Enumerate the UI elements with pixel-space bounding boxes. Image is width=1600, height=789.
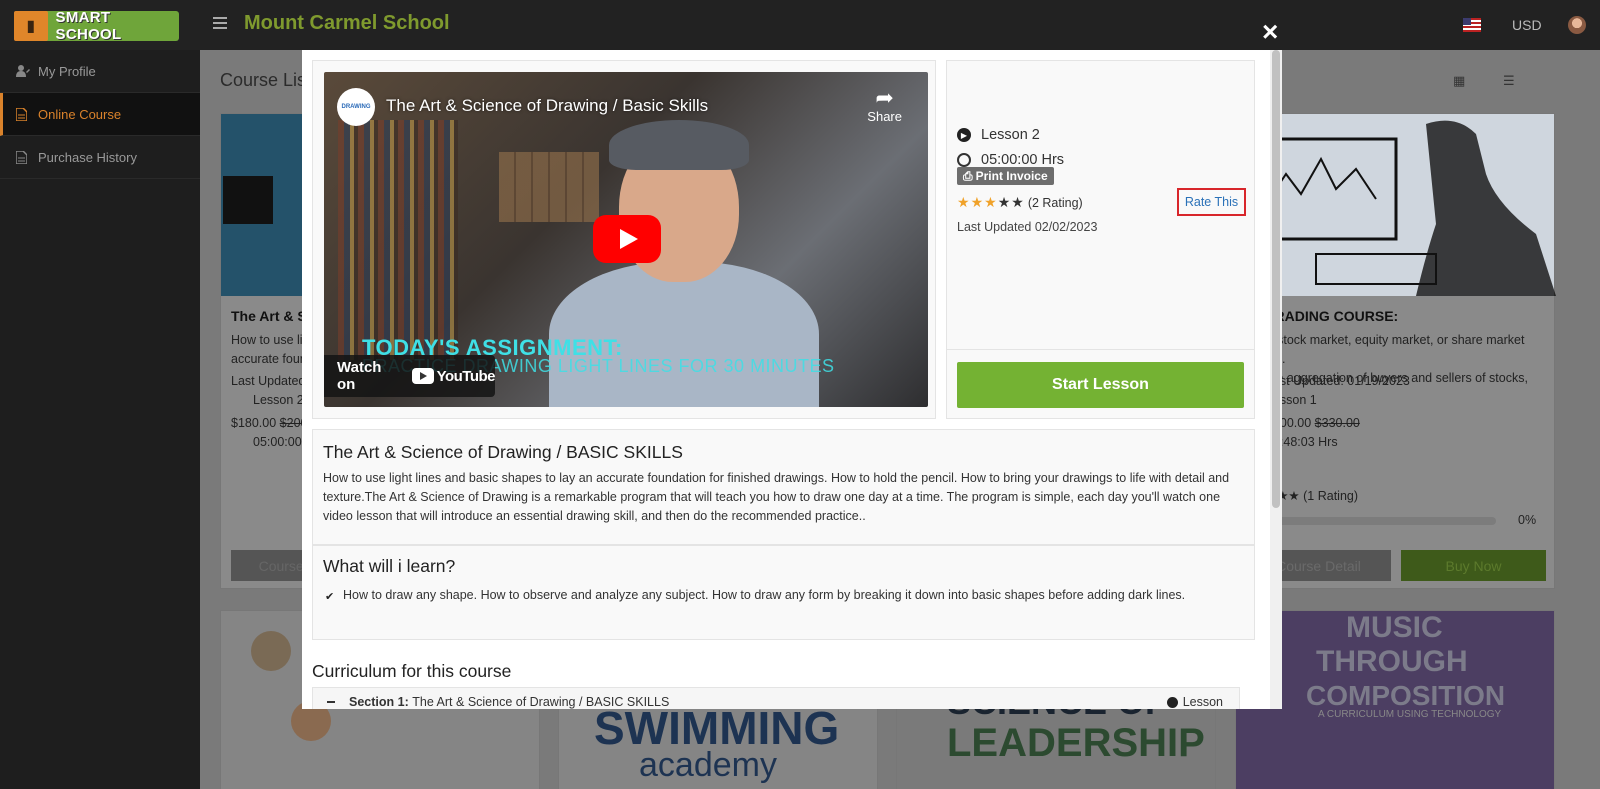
video-title[interactable]: The Art & Science of Drawing / Basic Ski… (386, 96, 708, 116)
start-lesson-button[interactable]: Start Lesson (957, 362, 1244, 408)
section-lesson-count: Lesson (1166, 695, 1223, 709)
course-description: How to use light lines and basic shapes … (323, 471, 1230, 523)
music-subtitle: A CURRICULUM USING TECHNOLOGY (1318, 709, 1502, 720)
progress-bar (1256, 517, 1496, 525)
course-thumbnail[interactable] (1236, 114, 1556, 297)
youtube-icon (411, 368, 434, 384)
close-icon[interactable]: × (1262, 18, 1278, 46)
sidebar-item-purchase-history[interactable]: Purchase History (0, 136, 200, 179)
app-logo[interactable]: ▮ SMART SCHOOL (14, 9, 179, 43)
sidebar: My Profile Online Course Purchase Histor… (0, 50, 200, 789)
user-edit-icon (16, 65, 30, 77)
sidebar-item-my-profile[interactable]: My Profile (0, 50, 200, 93)
learn-item: How to draw any shape. How to observe an… (343, 588, 1186, 602)
swimming-subtitle: academy (639, 746, 777, 784)
lesson-info-panel: ▶ Lesson 2 05:00:00 Hrs ⎙ Print Invoice … (946, 60, 1255, 354)
learn-panel: What will i learn? ✔ How to draw any sha… (312, 545, 1255, 640)
section-name: The Art & Science of Drawing / BASIC SKI… (412, 695, 670, 709)
top-navbar: ▮ SMART SCHOOL Mount Carmel School USD (0, 0, 1600, 50)
start-lesson-panel: Start Lesson (946, 349, 1255, 419)
list-view-icon[interactable]: ☰ (1503, 73, 1515, 89)
course-lesson: Lesson 1 (1266, 393, 1317, 407)
sidebar-item-label: Purchase History (38, 149, 137, 165)
menu-toggle-icon[interactable] (213, 17, 227, 29)
course-title[interactable]: TRADING COURSE: (1266, 308, 1398, 324)
video-panel: DRAWING The Art & Science of Drawing / B… (312, 60, 936, 419)
rating-count: (2 Rating) (1027, 195, 1083, 210)
sidebar-item-label: My Profile (38, 63, 96, 79)
progress-percent: 0% (1518, 513, 1537, 527)
lesson-count: ▶ Lesson 2 (957, 127, 1040, 143)
watch-on-youtube-button[interactable]: Watch on YouTube (324, 355, 496, 397)
music-title: MUSIC THROUGH COMPOSITION (1306, 611, 1506, 711)
youtube-video-player[interactable]: DRAWING The Art & Science of Drawing / B… (324, 72, 928, 407)
logo-text: SMART SCHOOL (55, 9, 122, 43)
star-icon: ★ (957, 194, 970, 210)
print-icon: ⎙ (963, 168, 973, 183)
course-card[interactable]: MUSIC THROUGH COMPOSITION A CURRICULUM U… (1235, 610, 1555, 789)
currency-selector[interactable]: USD (1512, 17, 1542, 33)
course-updated: Last Updated: 01/19/2023 (1266, 374, 1410, 388)
last-updated: Last Updated 02/02/2023 (957, 220, 1098, 234)
check-icon: ✔ (325, 591, 335, 603)
star-icon: ★ (970, 194, 984, 210)
curriculum-title: Curriculum for this course (312, 661, 512, 681)
play-button-icon[interactable] (593, 215, 661, 263)
file-icon (16, 150, 30, 164)
lesson-duration: 05:00:00 Hrs (957, 152, 1064, 168)
share-arrow-icon: ➦ (875, 85, 894, 110)
grid-view-icon[interactable]: ▦ (1453, 73, 1465, 89)
course-description-panel: The Art & Science of Drawing / BASIC SKI… (312, 429, 1255, 545)
curriculum-section[interactable]: Section 1: The Art & Science of Drawing … (312, 687, 1240, 709)
course-modal: DRAWING The Art & Science of Drawing / B… (302, 50, 1282, 709)
rate-this-link[interactable]: Rate This (1177, 188, 1246, 216)
play-circle-icon: ▶ (957, 128, 971, 142)
book-logo-icon: ▮ (14, 11, 48, 41)
sidebar-item-online-course[interactable]: Online Course (0, 93, 200, 136)
print-invoice-button[interactable]: ⎙ Print Invoice (957, 167, 1054, 185)
star-icons: ★★★★★ (957, 194, 1025, 211)
learn-title: What will i learn? (323, 556, 456, 576)
modal-scrollbar[interactable] (1270, 50, 1282, 709)
star-icon: ★ (984, 194, 997, 210)
course-duration: 02:48:03 Hrs (1266, 435, 1338, 449)
leadership-line2: LEADERSHIP (947, 721, 1205, 765)
star-icon: ★ (1011, 194, 1024, 210)
page-title: Course List (220, 70, 312, 90)
course-price: $300.00 $330.00 (1266, 416, 1360, 430)
star-icon: ★ (997, 194, 1011, 210)
course-rating: ★★★ (1 Rating) (1266, 489, 1359, 503)
course-title: The Art & Science of Drawing / BASIC SKI… (323, 442, 683, 462)
collapse-icon[interactable] (327, 701, 335, 703)
course-card: TRADING COURSE: A stock market, equity m… (1235, 113, 1556, 589)
section-label: Section 1: (349, 695, 409, 709)
share-button[interactable]: ➦ Share (867, 85, 902, 125)
play-circle-icon (1166, 696, 1178, 708)
channel-logo[interactable]: DRAWING (337, 88, 375, 126)
school-name: Mount Carmel School (244, 12, 450, 34)
file-icon (16, 107, 30, 121)
rating-stars: ★★★★★ (2 Rating) (957, 194, 1083, 211)
sidebar-item-label: Online Course (38, 106, 122, 122)
buy-now-button[interactable]: Buy Now (1401, 550, 1546, 581)
us-flag-icon[interactable] (1463, 18, 1481, 32)
clock-icon (957, 153, 971, 167)
user-avatar[interactable] (1568, 16, 1586, 34)
